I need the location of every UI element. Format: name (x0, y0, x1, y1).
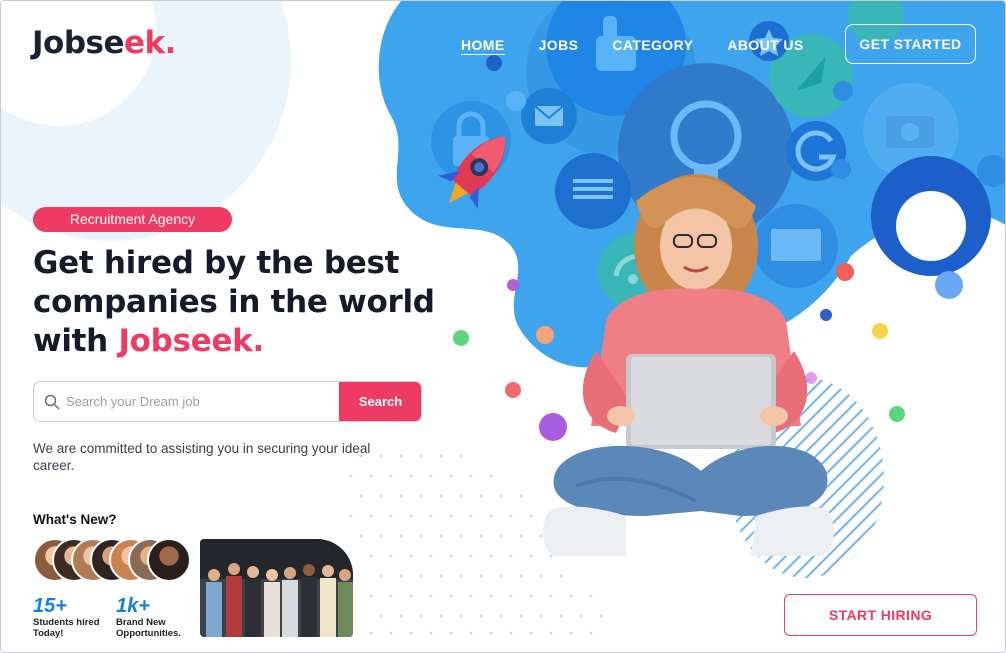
logo[interactable]: Jobseek. (32, 25, 176, 61)
hero-headline: Get hired by the best companies in the w… (33, 245, 435, 359)
job-search-form: Search (33, 381, 422, 422)
rocket-illustration (438, 136, 506, 210)
recruitment-agency-badge: Recruitment Agency (33, 207, 232, 232)
nav-item-home[interactable]: HOME (461, 37, 505, 53)
team-photo[interactable] (200, 539, 353, 637)
whats-new-title: What's New? (33, 512, 117, 527)
stat-students-hired: 15+ Students hired Today! (33, 595, 100, 639)
job-search-input[interactable] (66, 382, 336, 421)
nav-item-category[interactable]: CATEGORY (612, 37, 693, 53)
mail-icon (521, 88, 577, 144)
main-nav: HOME JOBS CATEGORY ABOUT US (461, 37, 804, 53)
commitment-text: We are committed to assisting you in sec… (33, 441, 371, 473)
get-started-button[interactable]: GET STARTED (845, 24, 976, 64)
avatar-group (33, 538, 193, 584)
search-icon (44, 394, 60, 410)
avatar (147, 538, 191, 582)
nav-item-jobs[interactable]: JOBS (539, 37, 579, 53)
nav-item-about-us[interactable]: ABOUT US (727, 37, 803, 53)
page-frame: Jobseek. HOME JOBS CATEGORY ABOUT US GET… (0, 0, 1006, 653)
start-hiring-button[interactable]: START HIRING (784, 594, 977, 636)
stat-new-opportunities: 1k+ Brand New Opportunities. (116, 595, 181, 639)
search-button[interactable]: Search (339, 382, 421, 421)
